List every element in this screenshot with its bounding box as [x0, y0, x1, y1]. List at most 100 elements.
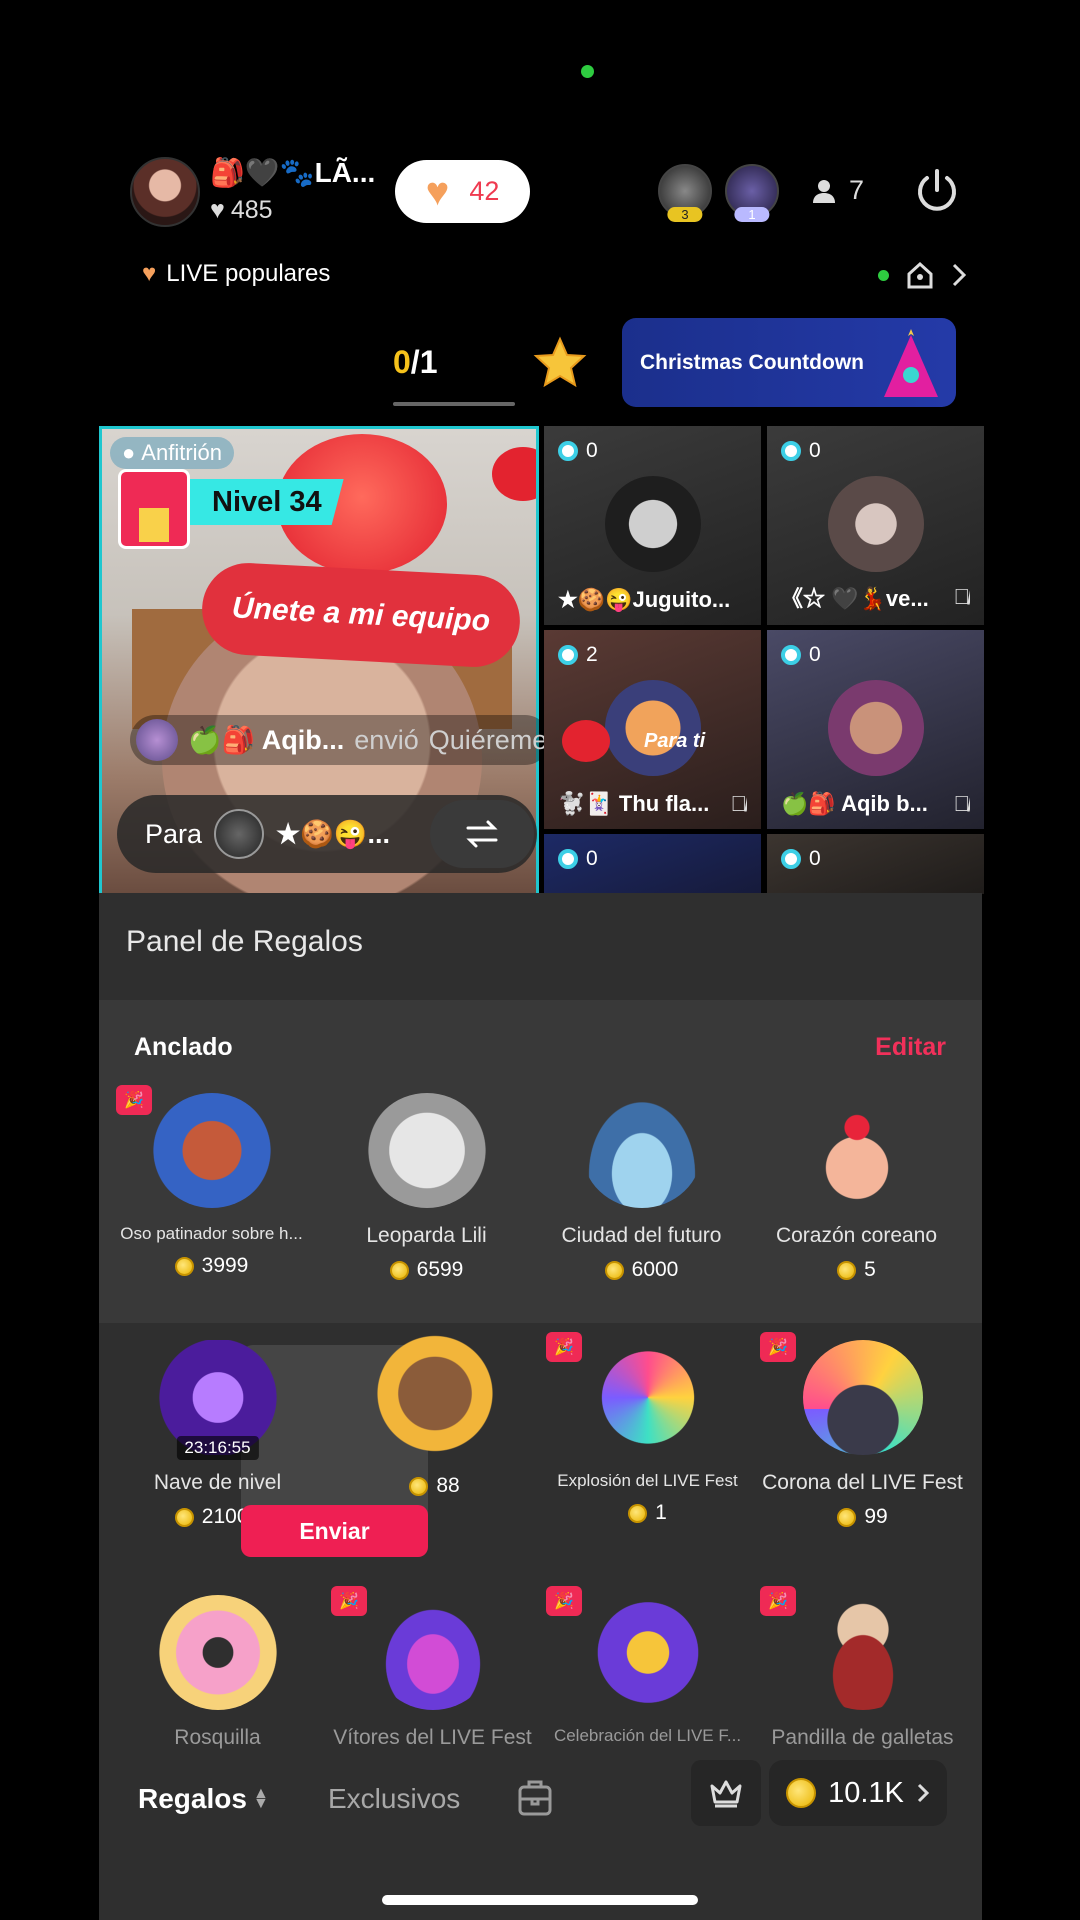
- gem-icon: [558, 441, 578, 461]
- live-fest-crown-icon: [802, 1340, 923, 1455]
- gift-item[interactable]: Vítores del LIVE Fest: [325, 1595, 540, 1750]
- gift-item[interactable]: Pandilla de galletas: [755, 1595, 970, 1750]
- fest-tag-icon: 🎉: [116, 1085, 152, 1115]
- live-fest-celebration-icon: [587, 1595, 708, 1710]
- fest-tag-icon: 🎉: [760, 1332, 796, 1362]
- chevron-right-icon[interactable]: [951, 262, 967, 288]
- gem-icon: [558, 645, 578, 665]
- sender-avatar: [136, 719, 178, 761]
- guest-tile[interactable]: 0: [544, 834, 761, 894]
- host-name[interactable]: 🎒🖤🐾LÃ...: [210, 156, 375, 189]
- guest-avatar: [828, 680, 924, 776]
- heart-sticker: [562, 720, 610, 762]
- crown-button[interactable]: [691, 1760, 761, 1826]
- coin-icon: [786, 1778, 817, 1808]
- live-nav[interactable]: [878, 260, 967, 290]
- heart-icon: ♥: [142, 260, 157, 287]
- gift-box-icon: [118, 469, 190, 549]
- live-populares-link[interactable]: ♥ LIVE populares: [142, 260, 330, 288]
- live-fest-explosion-icon: [587, 1340, 708, 1455]
- star-icon[interactable]: [532, 336, 588, 388]
- guest-tile[interactable]: 0: [767, 834, 984, 894]
- mic-muted-icon: 🎙̸: [730, 791, 748, 816]
- coin-balance-button[interactable]: 10.1K: [769, 1760, 947, 1826]
- pinned-label: Anclado: [134, 1033, 233, 1061]
- viewer-count[interactable]: 7: [813, 175, 864, 206]
- guest-tile[interactable]: 0 🍏🎒 Aqib b... 🎙̸: [767, 630, 984, 829]
- like-button[interactable]: ♥ 42: [395, 160, 530, 223]
- gift-sent-notification: 🍏🎒 Aqib... envió Quiéreme: [130, 715, 550, 765]
- host-avatar[interactable]: [130, 157, 200, 227]
- gift-item[interactable]: Rosquilla: [110, 1595, 325, 1750]
- online-dot: [878, 269, 889, 281]
- tab-exclusivos[interactable]: Exclusivos: [328, 1783, 460, 1815]
- future-city-icon: [581, 1093, 702, 1208]
- join-team-button[interactable]: Únete a mi equipo: [199, 560, 523, 670]
- mic-muted-icon: 🎙̸: [953, 584, 971, 609]
- gem-icon: [781, 849, 801, 869]
- gift-item[interactable]: Corona del LIVE Fest 99: [755, 1340, 970, 1529]
- gem-icon: [558, 849, 578, 869]
- guest-tile[interactable]: 0 ★🍪😜Juguito...: [544, 426, 761, 625]
- crown-icon: [710, 1780, 742, 1808]
- donut-icon: [157, 1595, 278, 1710]
- coin-icon: [628, 1503, 648, 1523]
- finger-heart-icon: [796, 1093, 917, 1208]
- battle-score: 0/1: [393, 344, 438, 380]
- christmas-countdown-banner[interactable]: Christmas Countdown: [622, 318, 956, 407]
- guest-avatar: [605, 476, 701, 572]
- heart-sticker: [492, 447, 536, 501]
- host-likes: ♥ 485: [210, 196, 273, 224]
- send-gift-button[interactable]: Enviar: [241, 1505, 428, 1557]
- mic-muted-icon: 🎙̸: [953, 791, 971, 816]
- backpack-icon[interactable]: [517, 1777, 553, 1817]
- guest-name: 🐩🃏 Thu fla...: [558, 791, 710, 816]
- guest-name: ★🍪😜Juguito...: [558, 587, 731, 612]
- fest-tag-icon: 🎉: [546, 1586, 582, 1616]
- viewer-rank: 3: [667, 207, 703, 222]
- coin-icon: [604, 1260, 624, 1280]
- coin-icon: [837, 1507, 857, 1527]
- bear-skater-icon: [151, 1093, 272, 1208]
- home-indicator[interactable]: [382, 1895, 698, 1905]
- home-icon[interactable]: [905, 260, 935, 290]
- top-viewer-avatar[interactable]: 1: [725, 164, 779, 222]
- gift-item-selected[interactable]: 88: [327, 1322, 542, 1498]
- heart-icon: ♥: [425, 169, 450, 214]
- gift-item[interactable]: Explosión del LIVE Fest 1: [540, 1340, 755, 1525]
- swap-recipient-button[interactable]: [430, 800, 534, 868]
- like-count: 42: [469, 176, 500, 206]
- gift-item[interactable]: Ciudad del futuro 6000: [534, 1093, 749, 1282]
- fest-tag-icon: 🎉: [546, 1332, 582, 1362]
- viewer-rank: 1: [734, 207, 770, 222]
- tab-indicator: [393, 402, 515, 406]
- level-ship-icon: 23:16:55: [157, 1340, 278, 1460]
- level-badge: Nivel 34: [172, 479, 344, 525]
- guest-name: 《☆ 🖤💃ve...: [781, 586, 929, 611]
- tab-regalos[interactable]: Regalos ▲ ▼: [138, 1783, 269, 1815]
- top-viewer-avatar[interactable]: 3: [658, 164, 712, 222]
- person-icon: [813, 179, 835, 203]
- person-icon: ●: [122, 440, 136, 465]
- gift-item[interactable]: 23:16:55 Nave de nivel 21000: [110, 1340, 325, 1529]
- guest-tile[interactable]: 2 Para ti 🐩🃏 Thu fla... 🎙̸: [544, 630, 761, 829]
- gift-item[interactable]: Celebración del LIVE F...: [540, 1595, 755, 1746]
- panel-title: Panel de Regalos: [126, 925, 363, 958]
- recipient-avatar: [214, 809, 265, 859]
- coin-icon: [174, 1256, 194, 1276]
- camera-indicator: [581, 65, 594, 78]
- host-role-badge: ● Anfitrión: [110, 437, 235, 469]
- guest-tile[interactable]: 0 《☆ 🖤💃ve... 🎙̸: [767, 426, 984, 625]
- christmas-tree-icon: [884, 329, 938, 397]
- gift-item[interactable]: Leoparda Lili 6599: [319, 1093, 534, 1282]
- gift-item[interactable]: Corazón coreano 5: [749, 1093, 964, 1282]
- power-icon[interactable]: [912, 166, 962, 216]
- live-fest-cheers-icon: [372, 1595, 493, 1710]
- gift-item[interactable]: Oso patinador sobre h... 3999: [104, 1093, 319, 1278]
- heart-icon: ♥: [210, 196, 225, 224]
- fest-tag-icon: 🎉: [760, 1586, 796, 1616]
- leopard-icon: [366, 1093, 487, 1208]
- november-bear-icon: [359, 1322, 510, 1452]
- coin-icon: [409, 1476, 429, 1496]
- edit-pinned-button[interactable]: Editar: [875, 1033, 946, 1062]
